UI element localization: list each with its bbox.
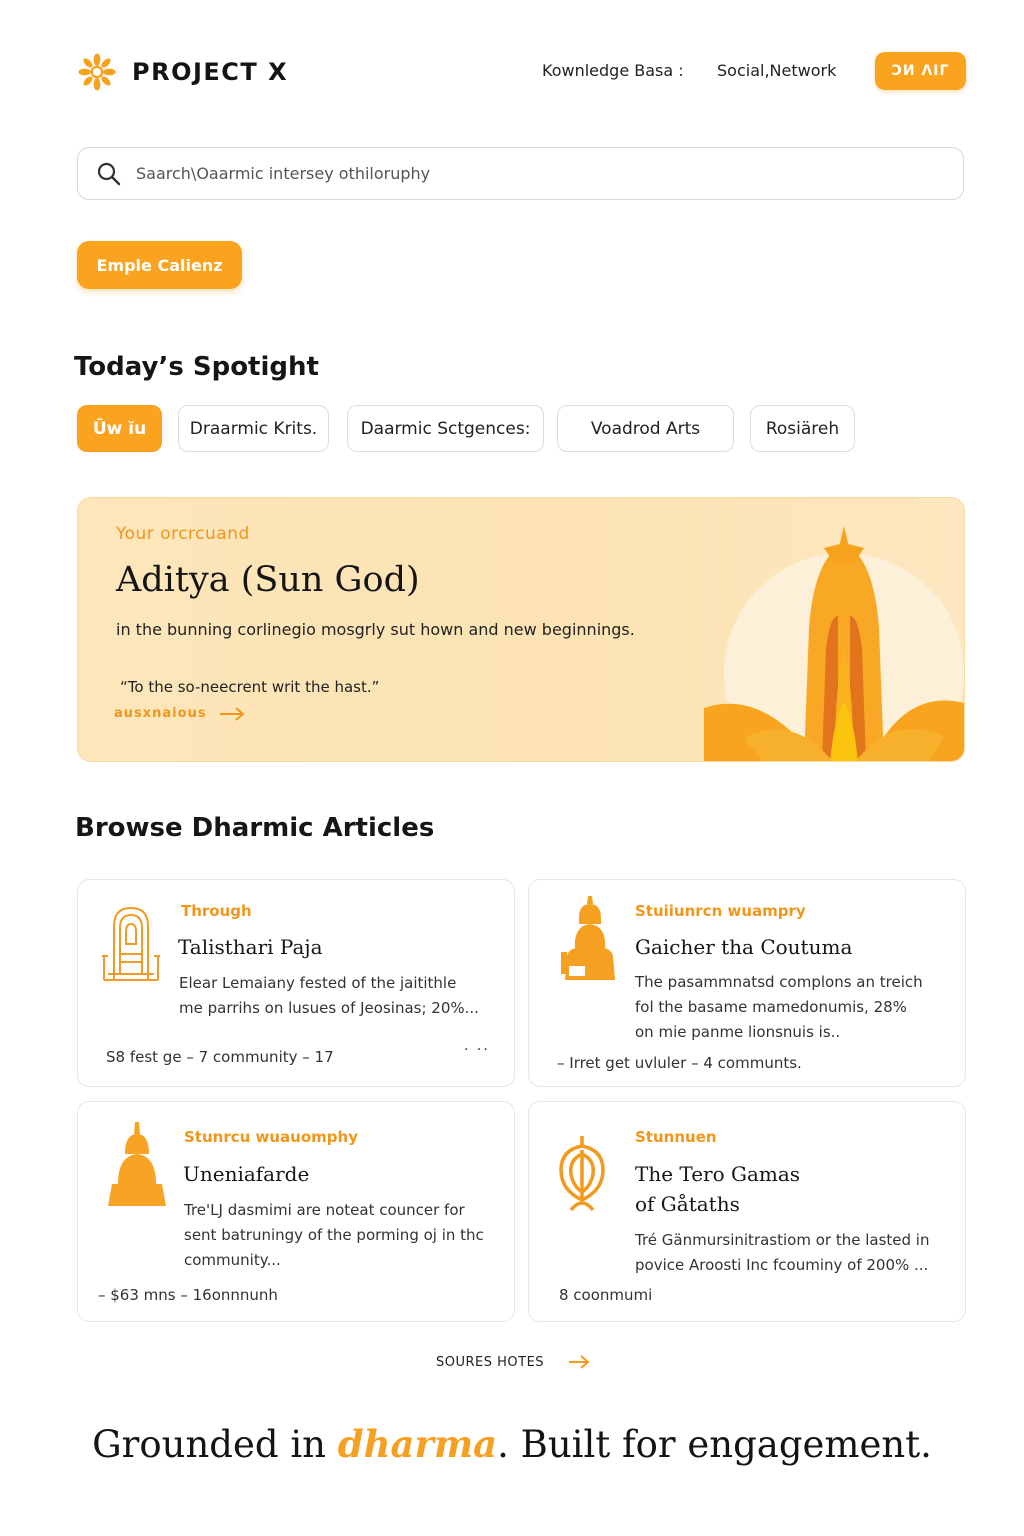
arrow-right-icon <box>219 706 245 721</box>
article-description-line: Tre'LJ dasmimi are noteat councer for <box>184 1201 465 1219</box>
article-meta: – Irret get uvluler – 4 communts. <box>557 1054 802 1072</box>
article-category: Stunnuen <box>635 1128 717 1146</box>
article-card[interactable]: Stunrcu wuauomphy Uneniafarde Tre'LJ das… <box>77 1101 515 1322</box>
article-card[interactable]: Through Talisthari Paja Elear Lemaiany f… <box>77 879 515 1087</box>
more-articles-link[interactable]: SOURES HOTES <box>436 1354 590 1370</box>
article-description: Tre'LJ dasmimi are noteat councer for se… <box>184 1198 484 1273</box>
article-description-line: sent batruningy of the porming oj in thc <box>184 1226 484 1244</box>
article-card[interactable]: Stunnuen The Tero Gamas of Gåtaths Tré G… <box>528 1101 966 1322</box>
article-description-line: on mie panme lionsnuis is.. <box>635 1023 841 1041</box>
nav-knowledge-base[interactable]: Kownledge Basa : <box>542 61 684 80</box>
article-card[interactable]: Stuiiunrcn wuampry Gaicher tha Coutuma T… <box>528 879 966 1087</box>
article-description: Tré Gänmursinitrastiom or the lasted in … <box>635 1228 929 1278</box>
arrow-right-icon <box>569 1355 590 1369</box>
article-description-line: Elear Lemaiany fested of the jaitithle <box>179 974 457 992</box>
chip-vedic-arts[interactable]: Voadrod Arts <box>557 405 734 452</box>
article-category: Stuiiunrcn wuampry <box>635 902 806 920</box>
temple-illustration-icon <box>704 526 964 761</box>
spotlight-quote: “To the so-neecrent writ the hast.” <box>120 678 380 696</box>
spotlight-description: in the bunning corlinegio mosgrly sut ho… <box>116 620 635 639</box>
chip-research[interactable]: Rosiäreh <box>750 405 855 452</box>
seated-deity-icon <box>561 896 615 980</box>
tagline-accent: dharma <box>337 1422 498 1466</box>
article-description-line: fol the basame mamedonumis, 28% <box>635 998 907 1016</box>
temple-gate-icon <box>102 906 160 981</box>
brand-name: PROJECT X <box>132 58 289 86</box>
more-articles-label: SOURES HOTES <box>436 1354 545 1370</box>
khanda-icon <box>559 1136 605 1212</box>
chip-all[interactable]: Ūw ĭu <box>77 405 162 452</box>
spotlight-read-link[interactable]: ausxnaious <box>114 706 245 721</box>
article-description-line: Tré Gänmursinitrastiom or the lasted in <box>635 1231 930 1249</box>
spotlight-title: Aditya (Sun God) <box>116 560 420 600</box>
join-button[interactable]: ƆИ ΛIΓ <box>875 52 966 90</box>
tagline-end: . Built for engagement. <box>497 1423 932 1466</box>
article-description: Elear Lemaiany fested of the jaitithle m… <box>179 971 479 1021</box>
spotlight-kicker: Your orcrcuand <box>116 524 250 544</box>
article-description: The pasammnatsd complons an treich fol t… <box>635 970 923 1045</box>
flower-logo-icon <box>78 53 116 91</box>
stupa-icon <box>108 1122 166 1206</box>
article-title-line: The Tero Gamas <box>635 1162 801 1186</box>
article-description-line: me parrihs on lusues of Jeosinas; 20%... <box>179 999 479 1017</box>
article-title-line: of Gåtaths <box>635 1192 740 1216</box>
top-header: PROJECT X Kownledge Basa : Social,Networ… <box>0 0 1024 140</box>
article-description-line: povice Aroosti Inc fcouminy of 200% ... <box>635 1256 929 1274</box>
nav-social-network[interactable]: Social,Network <box>717 61 836 80</box>
spotlight-section-title: Today’s Spotight <box>74 352 319 382</box>
article-title: Talisthari Paja <box>178 935 323 959</box>
article-title: Gaicher tha Coutuma <box>635 935 853 959</box>
chip-dharmic-krits[interactable]: Draarmic Krits. <box>178 405 329 452</box>
article-meta: – $63 mns – 16onnnunh <box>98 1286 278 1304</box>
article-category: Through <box>181 902 252 920</box>
article-title: Uneniafarde <box>183 1162 310 1186</box>
chip-dharmic-sciences[interactable]: Daarmic Sctgences: <box>347 405 544 452</box>
tagline-start: Grounded in <box>92 1423 338 1466</box>
search-icon <box>97 162 121 185</box>
tagline: Grounded in dharma. Built for engagement… <box>0 1422 1024 1466</box>
brand-logo[interactable]: PROJECT X <box>78 52 288 92</box>
search-bar[interactable] <box>77 147 964 200</box>
search-input[interactable] <box>136 164 896 183</box>
articles-section-title: Browse Dharmic Articles <box>75 813 435 843</box>
article-description-line: The pasammnatsd complons an treich <box>635 973 923 991</box>
spotlight-link-label: ausxnaious <box>114 706 207 721</box>
article-category: Stunrcu wuauomphy <box>184 1128 358 1146</box>
article-title: The Tero Gamas of Gåtaths <box>635 1159 800 1219</box>
more-options-icon[interactable]: · ·· <box>464 1042 490 1058</box>
article-meta: S8 fest ge – 7 community – 17 <box>106 1048 334 1066</box>
article-meta: 8 coonmumi <box>559 1286 653 1304</box>
article-description-line: community... <box>184 1251 281 1269</box>
spotlight-card[interactable]: Your orcrcuand Aditya (Sun God) in the b… <box>77 497 965 762</box>
primary-action-button[interactable]: Emple Calienz <box>77 241 242 289</box>
